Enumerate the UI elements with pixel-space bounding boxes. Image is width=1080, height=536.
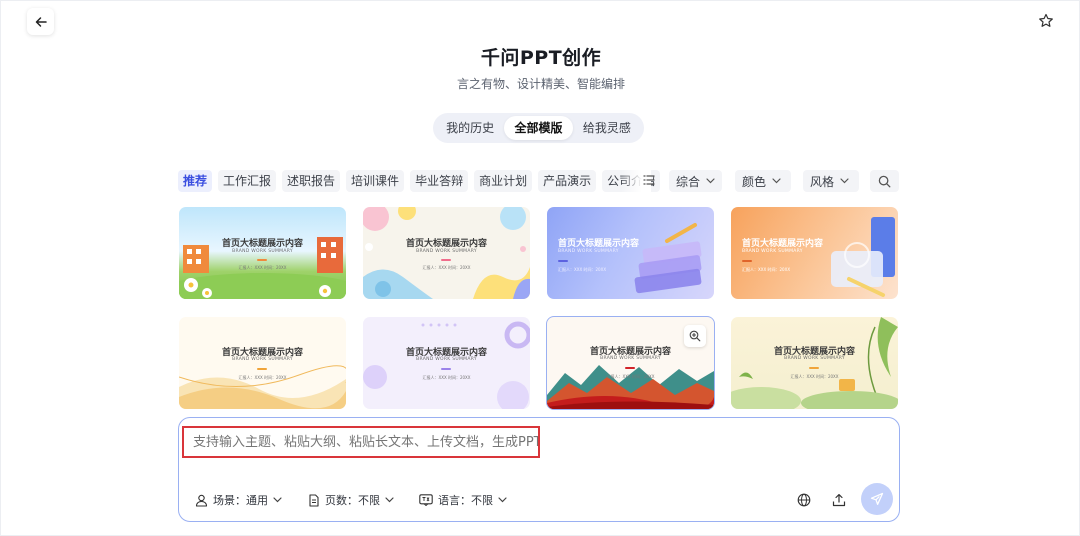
accent-line [558, 260, 568, 262]
nature-illustration [731, 317, 898, 409]
template-subtitle: BRAND WORK SUMMARY [784, 356, 845, 361]
person-icon [195, 494, 208, 507]
send-button[interactable] [861, 483, 893, 515]
accent-line [809, 367, 819, 369]
template-meta: 汇报人：XXX 时间：20XX [422, 375, 471, 380]
category-graduation[interactable]: 毕业答辩 [410, 170, 469, 192]
scene-label: 场景：通用 [213, 494, 268, 507]
tab-all-templates[interactable]: 全部模版 [504, 116, 573, 140]
template-meta: 汇报人：XXX 时间：20XX [606, 374, 655, 379]
color-filter[interactable]: 颜色 [735, 170, 791, 192]
style-filter-label: 风格 [810, 174, 835, 189]
template-card[interactable]: 首页大标题展示内容 BRAND WORK SUMMARY 汇报人：XXX 时间：… [179, 317, 346, 409]
template-title: 首页大标题展示内容 [742, 239, 824, 249]
template-card[interactable]: 首页大标题展示内容 BRAND WORK SUMMARY 汇报人：XXX 时间：… [731, 207, 898, 299]
template-subtitle: BRAND WORK SUMMARY [416, 249, 477, 254]
upload-icon [832, 494, 846, 507]
category-business-plan[interactable]: 商业计划 [474, 170, 533, 192]
page-subtitle: 言之有物、设计精美、智能编排 [456, 77, 625, 91]
page-count-selector[interactable]: 页数：不限 [308, 490, 394, 510]
template-card[interactable]: 首页大标题展示内容 BRAND WORK SUMMARY 汇报人：XXX 时间：… [547, 207, 714, 299]
template-card[interactable]: 首页大标题展示内容 BRAND WORK SUMMARY 汇报人：XXX 时间：… [363, 317, 530, 409]
language-label: 语言：不限 [438, 494, 493, 507]
search-icon [878, 175, 891, 187]
lavender-illustration [363, 321, 530, 409]
template-subtitle: BRAND WORK SUMMARY [558, 249, 619, 254]
scene-selector[interactable]: 场景：通用 [195, 490, 282, 510]
sort-filter-label: 综合 [676, 174, 701, 189]
template-subtitle: BRAND WORK SUMMARY [742, 249, 803, 254]
chevron-down-icon [772, 178, 781, 184]
style-filter[interactable]: 风格 [803, 170, 859, 192]
app-frame: 千问PPT创作 言之有物、设计精美、智能编排 我的历史 全部模版 给我灵感 推荐… [0, 0, 1080, 536]
gold-wave-illustration [179, 365, 346, 409]
template-meta: 汇报人：XXX 时间：20XX [558, 267, 607, 272]
view-tabs: 我的历史 全部模版 给我灵感 [433, 113, 644, 143]
category-recommended[interactable]: 推荐 [178, 170, 213, 192]
upload-button[interactable] [828, 489, 850, 511]
chevron-down-icon [840, 178, 849, 184]
translate-icon [419, 494, 433, 506]
template-subtitle: BRAND WORK SUMMARY [232, 357, 293, 362]
accent-line [257, 368, 267, 370]
web-search-toggle[interactable] [793, 489, 815, 511]
prompt-composer: 场景：通用 页数：不限 语言：不限 [178, 417, 900, 522]
favorite-button[interactable] [1035, 10, 1057, 32]
template-subtitle: BRAND WORK SUMMARY [416, 357, 477, 362]
template-card[interactable]: 首页大标题展示内容 BRAND WORK SUMMARY 汇报人：XXX 时间：… [731, 317, 898, 409]
template-subtitle: BRAND WORK SUMMARY [232, 249, 293, 254]
preview-zoom-button[interactable] [684, 325, 706, 347]
template-meta: 汇报人：XXX 时间：20XX [742, 267, 791, 272]
language-selector[interactable]: 语言：不限 [419, 490, 507, 510]
template-title: 首页大标题展示内容 [221, 239, 303, 249]
accent-line [441, 368, 451, 370]
template-card[interactable]: 首页大标题展示内容 BRAND WORK SUMMARY 汇报人：XXX 时间：… [179, 207, 346, 299]
send-icon [870, 492, 884, 505]
category-training[interactable]: 培训课件 [346, 170, 405, 192]
category-work-report[interactable]: 工作汇报 [218, 170, 277, 192]
chevron-down-icon [273, 497, 282, 503]
list-icon[interactable] [642, 173, 656, 187]
prompt-input[interactable] [182, 426, 540, 458]
globe-icon [797, 493, 811, 507]
chevron-down-icon [385, 497, 394, 503]
sort-filter[interactable]: 综合 [669, 170, 722, 192]
document-icon [309, 493, 319, 507]
template-title: 首页大标题展示内容 [405, 239, 487, 249]
category-bar: 推荐工作汇报述职报告培训课件毕业答辩商业计划产品演示公司介绍 [178, 170, 664, 192]
chevron-down-icon [498, 497, 507, 503]
template-card-hovered[interactable]: 首页大标题展示内容 BRAND WORK SUMMARY 汇报人：XXX 时间：… [547, 317, 714, 409]
search-button[interactable] [870, 170, 899, 192]
page-count-label: 页数：不限 [325, 494, 380, 507]
template-subtitle: BRAND WORK SUMMARY [600, 356, 661, 361]
back-button[interactable] [27, 8, 54, 35]
template-meta: 汇报人：XXX 时间：20XX [238, 265, 287, 270]
template-meta: 汇报人：XXX 时间：20XX [790, 374, 839, 379]
accent-line [257, 259, 267, 261]
zoom-in-icon [689, 330, 701, 342]
chevron-down-icon [706, 178, 715, 184]
accent-line [625, 367, 635, 369]
accent-line [742, 260, 752, 262]
star-icon [1039, 13, 1053, 27]
template-card[interactable]: 首页大标题展示内容 BRAND WORK SUMMARY 汇报人：XXX 时间：… [363, 207, 530, 299]
template-meta: 汇报人：XXX 时间：20XX [238, 375, 287, 380]
arrow-left-icon [35, 16, 47, 27]
category-duty-report[interactable]: 述职报告 [282, 170, 341, 192]
category-product-demo[interactable]: 产品演示 [538, 170, 597, 192]
page-title: 千问PPT创作 [480, 47, 602, 69]
color-filter-label: 颜色 [742, 174, 767, 189]
template-meta: 汇报人：XXX 时间：20XX [422, 265, 471, 270]
template-title: 首页大标题展示内容 [558, 239, 640, 249]
accent-line [441, 259, 451, 261]
tab-my-history[interactable]: 我的历史 [436, 116, 504, 140]
tab-inspiration[interactable]: 给我灵感 [573, 116, 641, 140]
